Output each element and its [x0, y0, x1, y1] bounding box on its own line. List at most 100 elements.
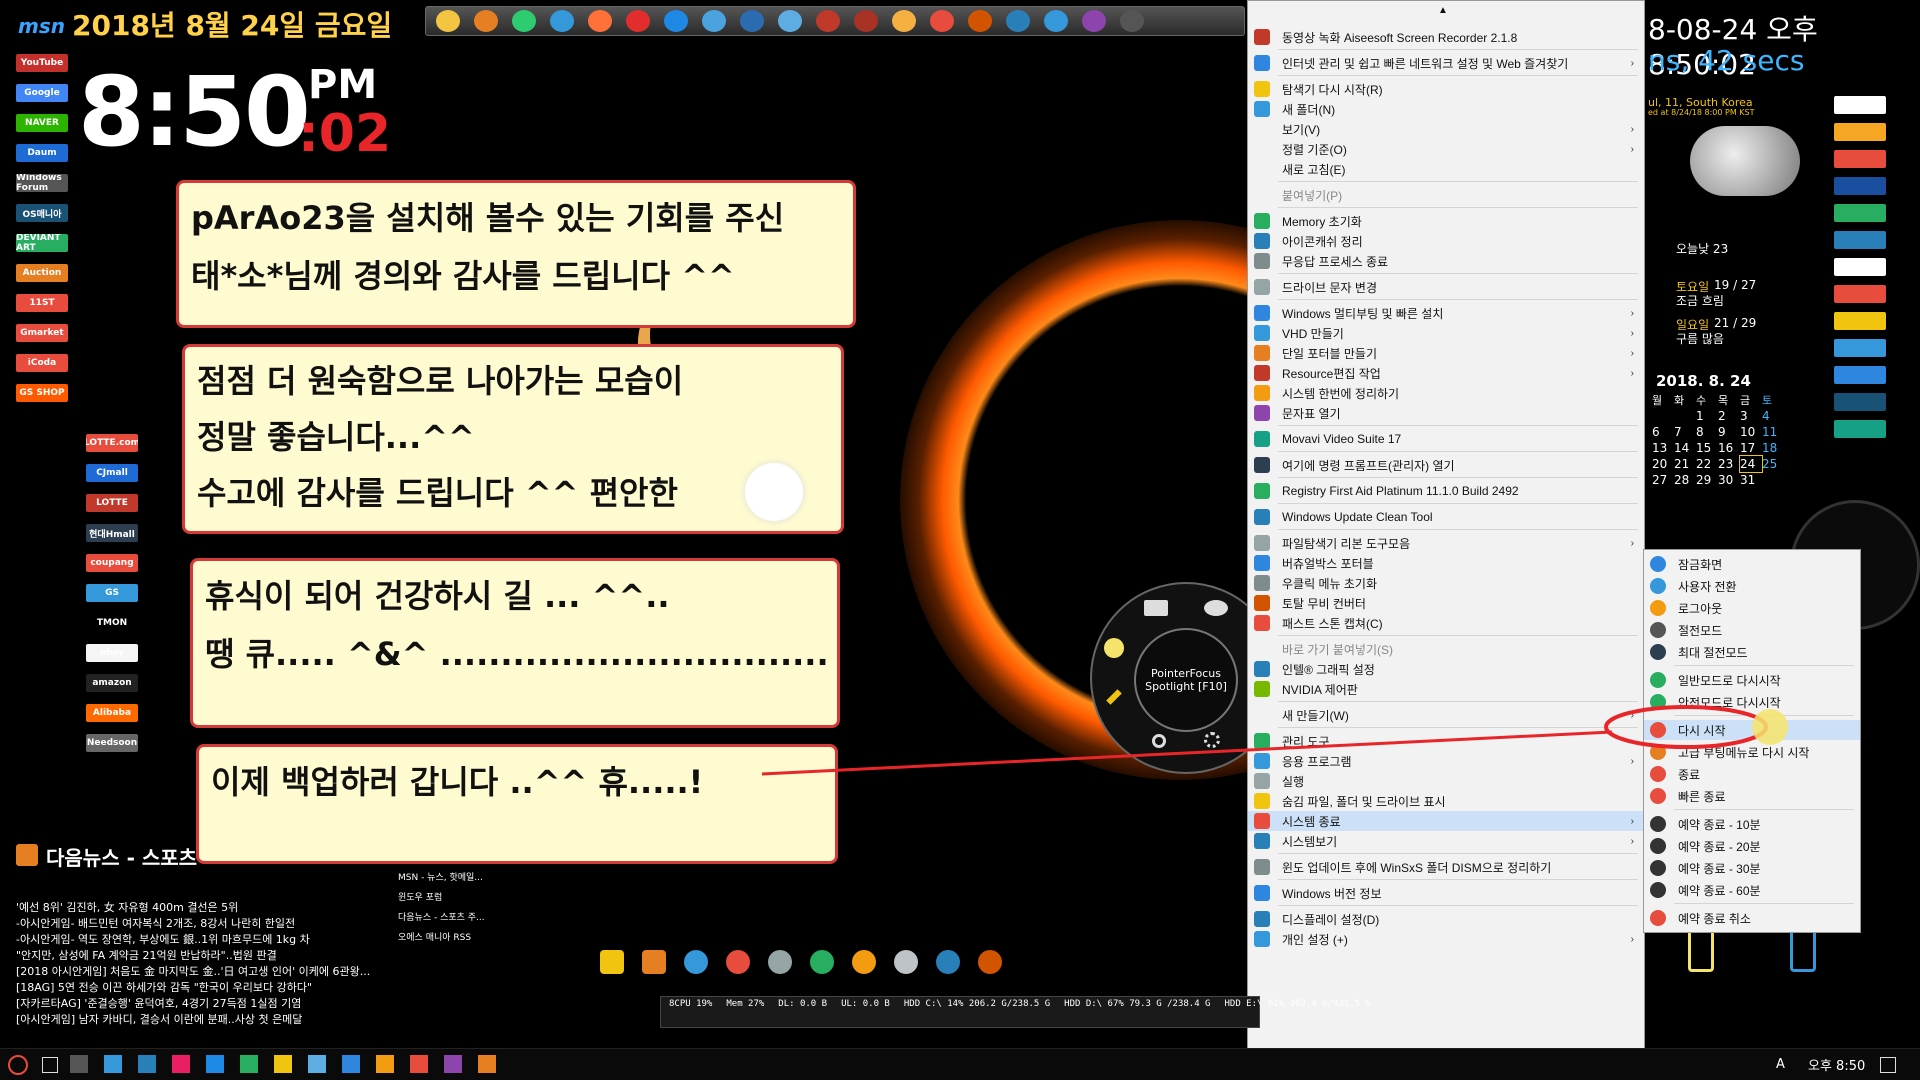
bank-link-kb[interactable] — [1834, 312, 1886, 330]
app-icon-11[interactable] — [816, 10, 840, 32]
shutdown-menu-item[interactable]: 사용자 전환 — [1644, 576, 1860, 596]
bank-link-7[interactable] — [1834, 258, 1886, 276]
shutdown-menu-item[interactable]: 로그아웃 — [1644, 598, 1860, 618]
taskbar-app-13[interactable] — [478, 1055, 496, 1073]
news-item[interactable]: [아시안게임] 남자 카바디, 결승서 이란에 분패..사상 첫 은메달 — [16, 1012, 376, 1028]
app-icon-15[interactable] — [968, 10, 992, 32]
menu-item[interactable]: 인텔® 그래픽 설정 — [1248, 659, 1644, 679]
menu-item[interactable]: 디스플레이 설정(D) — [1248, 909, 1644, 929]
pointerfocus-center[interactable]: PointerFocus Spotlight [F10] — [1134, 628, 1238, 732]
link-windows-forum[interactable]: Windows Forum — [16, 174, 68, 192]
bank-link-samsung[interactable] — [1834, 177, 1886, 195]
link-amazon[interactable]: amazon — [86, 674, 138, 692]
menu-item[interactable]: Registry First Aid Platinum 11.1.0 Build… — [1248, 481, 1644, 501]
link-needsoon[interactable]: Needsoon — [86, 734, 138, 752]
app-icon-4[interactable] — [550, 10, 574, 32]
calendar-day[interactable]: 24 — [1739, 455, 1763, 473]
bank-link-mg[interactable] — [1834, 96, 1886, 114]
link-alibaba[interactable]: Alibaba — [86, 704, 138, 722]
news-item[interactable]: [18AG] 5연 전승 이끈 하세가와 감독 "한국이 우리보다 강하다" — [16, 980, 376, 996]
bank-link-bccard[interactable] — [1834, 285, 1886, 303]
dock-app-3-icon[interactable] — [684, 950, 708, 974]
link-gs[interactable]: GS — [86, 584, 138, 602]
calendar-day[interactable]: 3 — [1740, 408, 1762, 424]
shutdown-menu-item[interactable]: 잠금화면 — [1644, 554, 1860, 574]
link-ebay[interactable]: ebay — [86, 644, 138, 662]
calendar-day[interactable] — [1762, 472, 1784, 488]
menu-item[interactable]: Windows Update Clean Tool — [1248, 507, 1644, 527]
calendar-day[interactable]: 22 — [1696, 456, 1718, 472]
app-icon-17[interactable] — [1044, 10, 1068, 32]
shutdown-menu-item[interactable]: 고급 부팅메뉴로 다시 시작 — [1644, 742, 1860, 762]
news-item[interactable]: -아시안게임- 역도 장연학, 부상에도 銀..1위 마흐무드에 1kg 차 — [16, 932, 376, 948]
menu-item[interactable]: 인터넷 관리 및 쉽고 빠른 네트워크 설정 및 Web 즐겨찾기 › — [1248, 53, 1644, 73]
dock-app-8-icon[interactable] — [894, 950, 918, 974]
calendar-day[interactable]: 7 — [1674, 424, 1696, 440]
taskbar-app-7[interactable] — [274, 1055, 292, 1073]
link-현대hmall[interactable]: 현대Hmall — [86, 524, 138, 542]
start-button[interactable] — [8, 1055, 28, 1075]
taskbar-app-4[interactable] — [172, 1055, 190, 1073]
link-11st[interactable]: 11ST — [16, 294, 68, 312]
news-item[interactable]: [자카르타AG] '준결승행' 윤덕여호, 4경기 27득점 1실점 기염 — [16, 996, 376, 1012]
calendar-day[interactable]: 18 — [1762, 440, 1784, 456]
link-auction[interactable]: Auction — [16, 264, 68, 282]
shutdown-menu-item[interactable]: 다시 시작 — [1644, 720, 1860, 740]
link-cjmall[interactable]: CJmall — [86, 464, 138, 482]
rss-feed-item[interactable]: 다음뉴스 - 스포츠 주... — [398, 908, 485, 928]
menu-item[interactable]: 정렬 기준(O) › — [1248, 139, 1644, 159]
rss-feed-item[interactable]: 윈도우 포럼 — [398, 888, 485, 908]
app-icon-9[interactable] — [740, 10, 764, 32]
calendar-day[interactable]: 25 — [1762, 456, 1784, 472]
app-icon-16[interactable] — [1006, 10, 1030, 32]
menu-item[interactable]: NVIDIA 제어판 — [1248, 679, 1644, 699]
menu-item[interactable]: 드라이브 문자 변경 — [1248, 277, 1644, 297]
link-tmon[interactable]: TMON — [86, 614, 138, 632]
calendar-day[interactable]: 30 — [1718, 472, 1740, 488]
taskbar-app-3[interactable] — [138, 1055, 156, 1073]
menu-item[interactable]: 파일탐색기 리본 도구모음 › — [1248, 533, 1644, 553]
taskbar-app-10[interactable] — [376, 1055, 394, 1073]
rss-feed-item[interactable]: MSN - 뉴스, 핫메일... — [398, 868, 485, 888]
menu-item[interactable]: Memory 초기화 — [1248, 211, 1644, 231]
app-icon-18[interactable] — [1082, 10, 1106, 32]
app-icon-13[interactable] — [892, 10, 916, 32]
firefox-icon[interactable] — [588, 10, 612, 32]
menu-item[interactable]: 숨김 파일, 폴더 및 드라이브 표시 — [1248, 791, 1644, 811]
wheel-monitor-icon[interactable] — [1144, 600, 1168, 616]
menu-item[interactable]: 시스템보기 › — [1248, 831, 1644, 851]
link-lotte-com[interactable]: LOTTE.com — [86, 434, 138, 452]
link-deviant-art[interactable]: DEVIANT ART — [16, 234, 68, 252]
menu-item[interactable]: Movavi Video Suite 17 — [1248, 429, 1644, 449]
menu-item[interactable]: 탐색기 다시 시작(R) — [1248, 79, 1644, 99]
taskbar-app-12[interactable] — [444, 1055, 462, 1073]
calendar-day[interactable] — [1674, 408, 1696, 424]
calendar-day[interactable]: 1 — [1696, 408, 1718, 424]
msn-logo[interactable]: msn — [18, 14, 65, 38]
menu-item[interactable]: 문자표 열기 — [1248, 403, 1644, 423]
shutdown-menu-item[interactable]: 예약 종료 취소 — [1644, 908, 1860, 928]
menu-item[interactable]: 버츄얼박스 포터블 — [1248, 553, 1644, 573]
bank-link-ibk[interactable] — [1834, 393, 1886, 411]
app-icon-3[interactable] — [512, 10, 536, 32]
calendar-day[interactable] — [1652, 408, 1674, 424]
menu-item[interactable]: 실행 — [1248, 771, 1644, 791]
calendar-day[interactable]: 14 — [1674, 440, 1696, 456]
calendar-day[interactable]: 16 — [1718, 440, 1740, 456]
menu-item[interactable]: 패스트 스톤 캡쳐(C) — [1248, 613, 1644, 633]
bank-link-6[interactable] — [1834, 231, 1886, 249]
link-youtube[interactable]: YouTube — [16, 54, 68, 72]
menu-scroll-up-icon[interactable]: ▲ — [1438, 5, 1448, 16]
app-icon-19[interactable] — [1120, 10, 1144, 32]
shutdown-menu-item[interactable]: 안전모드로 다시시작 — [1644, 692, 1860, 712]
ime-indicator[interactable]: A — [1776, 1057, 1785, 1072]
link-icoda[interactable]: iCoda — [16, 354, 68, 372]
menu-item[interactable]: 보기(V) › — [1248, 119, 1644, 139]
task-view-icon[interactable] — [42, 1057, 58, 1073]
menu-item[interactable]: 토탈 무비 컨버터 — [1248, 593, 1644, 613]
maxthon-icon[interactable] — [664, 10, 688, 32]
opera-icon[interactable] — [626, 10, 650, 32]
bank-link-woori[interactable] — [1834, 366, 1886, 384]
link-lotte[interactable]: LOTTE — [86, 494, 138, 512]
dock-app-5-icon[interactable] — [768, 950, 792, 974]
